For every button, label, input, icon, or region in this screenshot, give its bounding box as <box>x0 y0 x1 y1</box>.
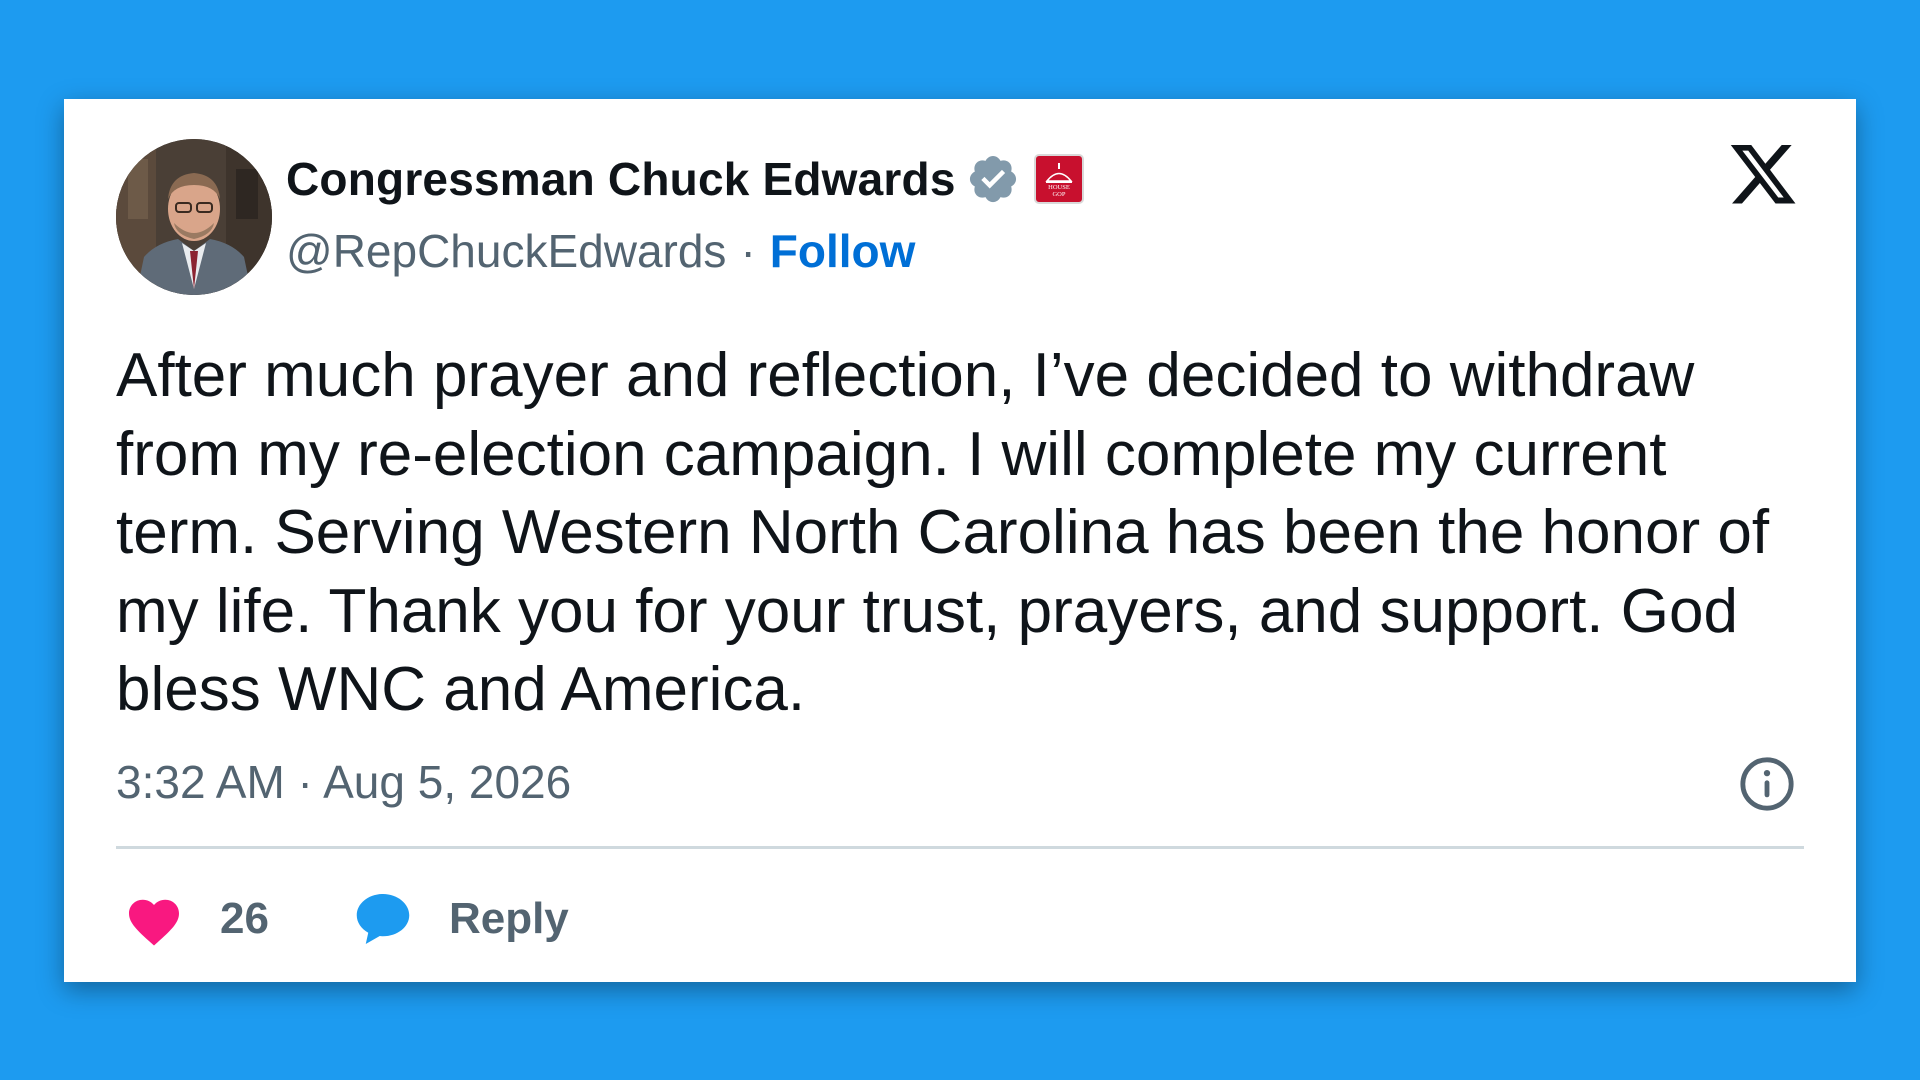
badge-text-house: HOUSE <box>1048 184 1070 191</box>
reply-label: Reply <box>448 894 569 943</box>
author-name-row: Congressman Chuck Edwards HOUSE GOP <box>286 149 1084 209</box>
divider <box>116 846 1804 849</box>
handle-separator: · <box>740 225 756 277</box>
reply-button[interactable]: Reply <box>353 890 569 948</box>
like-count: 26 <box>220 894 269 943</box>
like-button[interactable]: 26 <box>124 891 269 947</box>
speech-bubble-icon[interactable] <box>353 890 413 948</box>
tweet-timestamp[interactable]: 3:32 AM · Aug 5, 2026 <box>116 752 571 812</box>
info-icon[interactable] <box>1738 755 1796 813</box>
house-gop-badge-icon[interactable]: HOUSE GOP <box>1033 154 1084 204</box>
tweet-actions: 26 Reply <box>124 883 569 955</box>
verified-badge-icon[interactable] <box>966 152 1020 206</box>
tweet-text: After much prayer and reflection, I’ve d… <box>116 341 1770 724</box>
author-handle[interactable]: @RepChuckEdwards <box>286 224 726 278</box>
author-handle-row: @RepChuckEdwards · Follow <box>286 221 915 281</box>
heart-icon[interactable] <box>124 891 184 947</box>
follow-link[interactable]: Follow <box>770 224 916 278</box>
author-display-name[interactable]: Congressman Chuck Edwards <box>286 152 956 206</box>
tweet-card: Congressman Chuck Edwards HOUSE GOP @Rep… <box>64 99 1856 982</box>
badge-text-gop: GOP <box>1052 191 1065 198</box>
x-logo-icon[interactable] <box>1727 144 1799 212</box>
author-avatar[interactable] <box>116 139 272 295</box>
avatar-photo <box>116 139 272 295</box>
